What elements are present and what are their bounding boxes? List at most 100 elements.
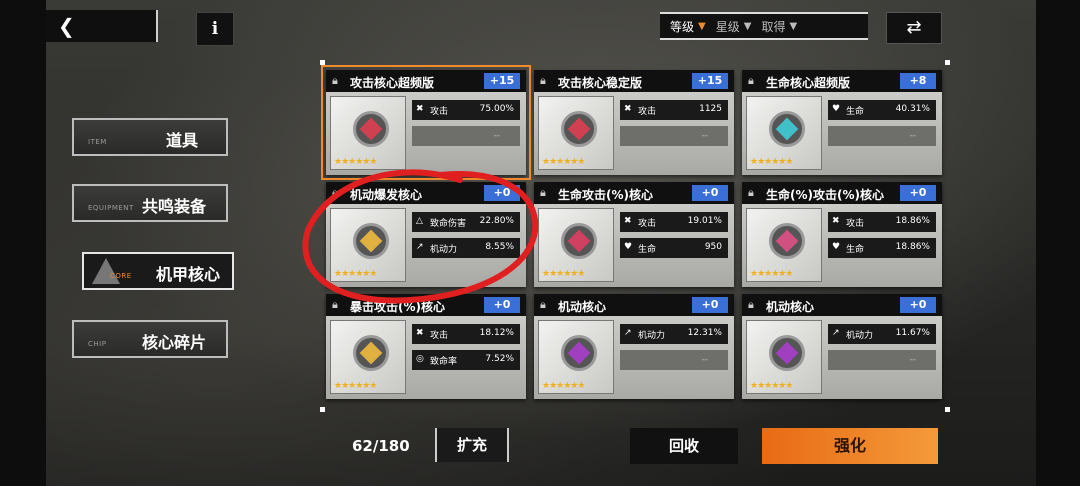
core-thumbnail: ★★★★★★ bbox=[538, 320, 614, 394]
level-badge: +15 bbox=[484, 73, 520, 89]
star-rating: ★★★★★★ bbox=[750, 269, 793, 279]
stat-name: 攻击 bbox=[638, 107, 657, 117]
lock-icon[interactable]: 🔒︎ bbox=[540, 74, 546, 88]
core-card[interactable]: 🔒︎ 生命攻击(%)核心 +0 ★★★★★★ ✖ 攻击 19.01% ♥ 生命 950 bbox=[534, 182, 734, 287]
stat-name: 攻击 bbox=[430, 107, 449, 117]
stat-row: ✖ 攻击 75.00% bbox=[412, 100, 520, 120]
lock-icon[interactable]: 🔒︎ bbox=[748, 186, 754, 200]
nav-sub-label: ITEM bbox=[88, 138, 107, 146]
screen-bezel-left bbox=[0, 0, 46, 486]
sword-icon: ✖ bbox=[416, 328, 424, 338]
heart-icon: ♥ bbox=[832, 104, 841, 114]
expand-button[interactable]: 扩充 bbox=[435, 428, 509, 462]
lock-icon[interactable]: 🔒︎ bbox=[540, 186, 546, 200]
star-rating: ★★★★★★ bbox=[334, 381, 377, 391]
lock-icon[interactable]: 🔒︎ bbox=[332, 74, 338, 88]
stat-value: 1125 bbox=[699, 104, 722, 114]
info-button[interactable]: i bbox=[196, 12, 234, 46]
lock-icon[interactable]: 🔒︎ bbox=[332, 186, 338, 200]
swap-arrows-icon: ⇄ bbox=[906, 17, 922, 38]
capacity-count: 62/180 bbox=[352, 437, 410, 455]
core-thumbnail: ★★★★★★ bbox=[746, 320, 822, 394]
card-header: 🔒︎ 生命核心超频版 +8 bbox=[742, 70, 942, 92]
frame-corner bbox=[945, 60, 950, 65]
core-thumbnail: ★★★★★★ bbox=[330, 208, 406, 282]
star-rating: ★★★★★★ bbox=[750, 157, 793, 167]
boot-icon: ↗ bbox=[624, 328, 632, 338]
core-card[interactable]: 🔒︎ 攻击核心超频版 +15 ★★★★★★ ✖ 攻击 75.00% -- bbox=[321, 65, 531, 180]
crit-icon: △ bbox=[416, 216, 423, 226]
star-rating: ★★★★★★ bbox=[542, 157, 585, 167]
core-name: 暴击攻击(%)核心 bbox=[350, 300, 445, 314]
boot-icon: ↗ bbox=[416, 242, 424, 252]
boot-icon: ↗ bbox=[832, 328, 840, 338]
level-badge: +0 bbox=[692, 185, 728, 201]
level-badge: +0 bbox=[900, 185, 936, 201]
level-badge: +0 bbox=[692, 297, 728, 313]
star-rating: ★★★★★★ bbox=[334, 269, 377, 279]
core-card[interactable]: 🔒︎ 暴击攻击(%)核心 +0 ★★★★★★ ✖ 攻击 18.12% ◎ 致命率 7.52% bbox=[326, 294, 526, 399]
nav-label: 机甲核心 bbox=[156, 265, 221, 284]
stat-name: 生命 bbox=[638, 245, 657, 255]
sort-level[interactable]: 等级 ▼ bbox=[670, 18, 706, 35]
core-name: 机动核心 bbox=[766, 300, 815, 314]
frame-corner bbox=[320, 60, 325, 65]
heart-icon: ♥ bbox=[624, 242, 633, 252]
lock-icon[interactable]: 🔒︎ bbox=[748, 298, 754, 312]
swap-order-button[interactable]: ⇄ bbox=[886, 12, 942, 44]
back-button[interactable]: ❮ bbox=[46, 10, 158, 42]
card-header: 🔒︎ 攻击核心稳定版 +15 bbox=[534, 70, 734, 92]
nav-item-chip[interactable]: CHIP 核心碎片 bbox=[72, 320, 228, 358]
core-thumbnail: ★★★★★★ bbox=[330, 320, 406, 394]
core-card[interactable]: 🔒︎ 机动核心 +0 ★★★★★★ ↗ 机动力 11.67% -- bbox=[742, 294, 942, 399]
enhance-button[interactable]: 强化 bbox=[762, 428, 938, 464]
stat-name: 生命 bbox=[846, 107, 865, 117]
core-name: 攻击核心超频版 bbox=[350, 76, 435, 90]
card-header: 🔒︎ 生命攻击(%)核心 +0 bbox=[534, 182, 734, 204]
stat-row: ✖ 攻击 18.86% bbox=[828, 212, 936, 232]
heart-icon: ♥ bbox=[832, 242, 841, 252]
stat-row: ✖ 攻击 1125 bbox=[620, 100, 728, 120]
target-icon: ◎ bbox=[416, 354, 424, 364]
empty-stat-slot: -- bbox=[828, 126, 936, 146]
core-card[interactable]: 🔒︎ 攻击核心稳定版 +15 ★★★★★★ ✖ 攻击 1125 -- bbox=[534, 70, 734, 175]
core-thumbnail: ★★★★★★ bbox=[538, 208, 614, 282]
stat-value: 18.86% bbox=[895, 242, 930, 252]
stat-row: △ 致命伤害 22.80% bbox=[412, 212, 520, 232]
sort-acquired-label: 取得 bbox=[761, 19, 786, 34]
core-name: 生命(%)攻击(%)核心 bbox=[766, 188, 884, 202]
sort-star[interactable]: 星级 ▼ bbox=[716, 18, 752, 35]
sort-acquired[interactable]: 取得 ▼ bbox=[761, 18, 797, 35]
sword-icon: ✖ bbox=[624, 216, 632, 226]
card-header: 🔒︎ 机动爆发核心 +0 bbox=[326, 182, 526, 204]
stat-row: ♥ 生命 18.86% bbox=[828, 238, 936, 258]
empty-stat-slot: -- bbox=[620, 126, 728, 146]
core-card[interactable]: 🔒︎ 生命核心超频版 +8 ★★★★★★ ♥ 生命 40.31% -- bbox=[742, 70, 942, 175]
core-card[interactable]: 🔒︎ 生命(%)攻击(%)核心 +0 ★★★★★★ ✖ 攻击 18.86% ♥ 生命 18.86% bbox=[742, 182, 942, 287]
core-name: 生命攻击(%)核心 bbox=[558, 188, 653, 202]
stat-row: ↗ 机动力 11.67% bbox=[828, 324, 936, 344]
core-card[interactable]: 🔒︎ 机动爆发核心 +0 ★★★★★★ △ 致命伤害 22.80% ↗ 机动力 8.55% bbox=[326, 182, 526, 287]
back-chevron-icon: ❮ bbox=[58, 14, 75, 38]
stat-name: 致命伤害 bbox=[430, 219, 467, 229]
chevron-down-icon: ▼ bbox=[698, 20, 706, 32]
lock-icon[interactable]: 🔒︎ bbox=[748, 74, 754, 88]
nav-item-item[interactable]: ITEM 道具 bbox=[72, 118, 228, 156]
stat-row: ↗ 机动力 12.31% bbox=[620, 324, 728, 344]
recycle-button[interactable]: 回收 bbox=[630, 428, 738, 464]
lock-icon[interactable]: 🔒︎ bbox=[540, 298, 546, 312]
stat-name: 致命率 bbox=[430, 357, 458, 367]
stat-row: ✖ 攻击 18.12% bbox=[412, 324, 520, 344]
star-rating: ★★★★★★ bbox=[542, 381, 585, 391]
sort-bar: 等级 ▼ 星级 ▼ 取得 ▼ bbox=[660, 12, 868, 40]
lock-icon[interactable]: 🔒︎ bbox=[332, 298, 338, 312]
stat-row: ↗ 机动力 8.55% bbox=[412, 238, 520, 258]
stat-value: 19.01% bbox=[687, 216, 722, 226]
core-name: 生命核心超频版 bbox=[766, 76, 851, 90]
stat-name: 生命 bbox=[846, 245, 865, 255]
nav-item-equipment[interactable]: EQUIPMENT 共鸣装备 bbox=[72, 184, 228, 222]
nav-item-core[interactable]: CORE 机甲核心 bbox=[82, 252, 234, 290]
card-header: 🔒︎ 暴击攻击(%)核心 +0 bbox=[326, 294, 526, 316]
core-card[interactable]: 🔒︎ 机动核心 +0 ★★★★★★ ↗ 机动力 12.31% -- bbox=[534, 294, 734, 399]
stat-value: 8.55% bbox=[485, 242, 514, 252]
